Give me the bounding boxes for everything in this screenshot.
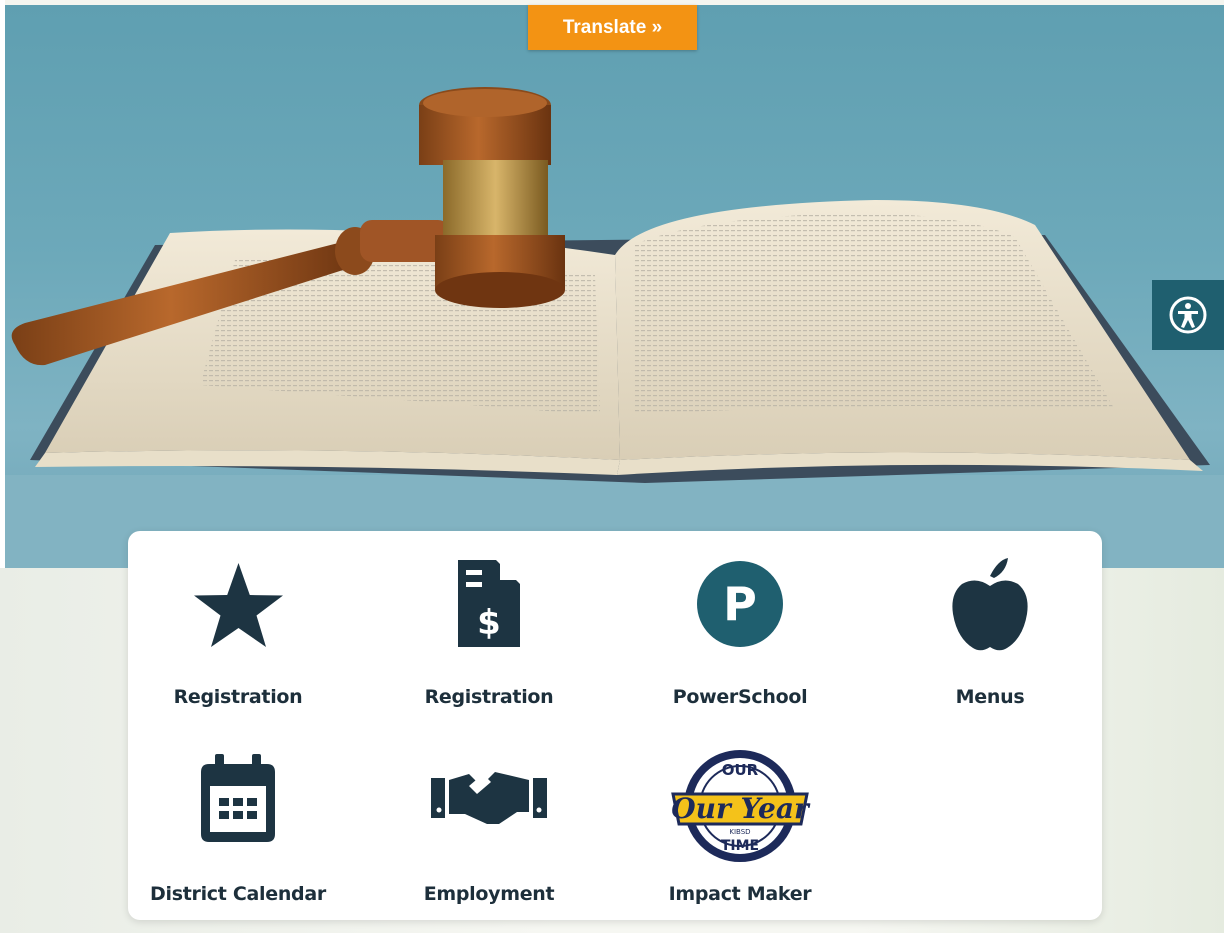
apple-icon <box>951 558 1028 651</box>
quick-link-label: PowerSchool <box>672 686 808 708</box>
quick-link-label: Menus <box>955 686 1025 708</box>
quick-link-registration[interactable]: Registration <box>128 551 348 721</box>
logo-text-our: OUR <box>722 761 759 779</box>
svg-text:$: $ <box>477 603 501 643</box>
logo-text-time: TIME <box>721 838 759 854</box>
powerschool-icon: P <box>697 561 783 647</box>
quick-link-menus[interactable]: Menus <box>880 551 1100 721</box>
quick-links-panel: Registration $ Registration P PowerSchoo… <box>128 531 1102 920</box>
accessibility-icon <box>1169 296 1207 334</box>
logo-text-kibsd: KIBSD <box>729 828 750 836</box>
quick-link-powerschool[interactable]: P PowerSchool <box>630 551 850 721</box>
quick-link-label: Impact Maker <box>668 883 812 905</box>
quick-link-label: District Calendar <box>150 883 326 905</box>
logo-text-our-year: Our Year <box>671 792 811 825</box>
quick-link-registration-fees[interactable]: $ Registration <box>379 551 599 721</box>
calendar-icon <box>201 754 275 842</box>
quick-link-district-calendar[interactable]: District Calendar <box>128 746 348 916</box>
accessibility-button[interactable] <box>1152 280 1224 350</box>
invoice-icon: $ <box>458 560 520 647</box>
our-year-logo: OUR Our Year KIBSD TIME <box>671 750 811 862</box>
hero-banner-image <box>5 5 1224 568</box>
quick-link-label: Registration <box>173 686 303 708</box>
star-icon <box>193 563 283 647</box>
quick-link-employment[interactable]: Employment <box>379 746 599 916</box>
svg-text:P: P <box>723 577 757 631</box>
quick-link-impact-maker[interactable]: OUR Our Year KIBSD TIME Impact Maker <box>630 746 850 916</box>
translate-button[interactable]: Translate » <box>528 5 697 50</box>
handshake-icon <box>431 772 547 824</box>
quick-link-label: Registration <box>424 686 554 708</box>
quick-link-label: Employment <box>423 883 555 905</box>
